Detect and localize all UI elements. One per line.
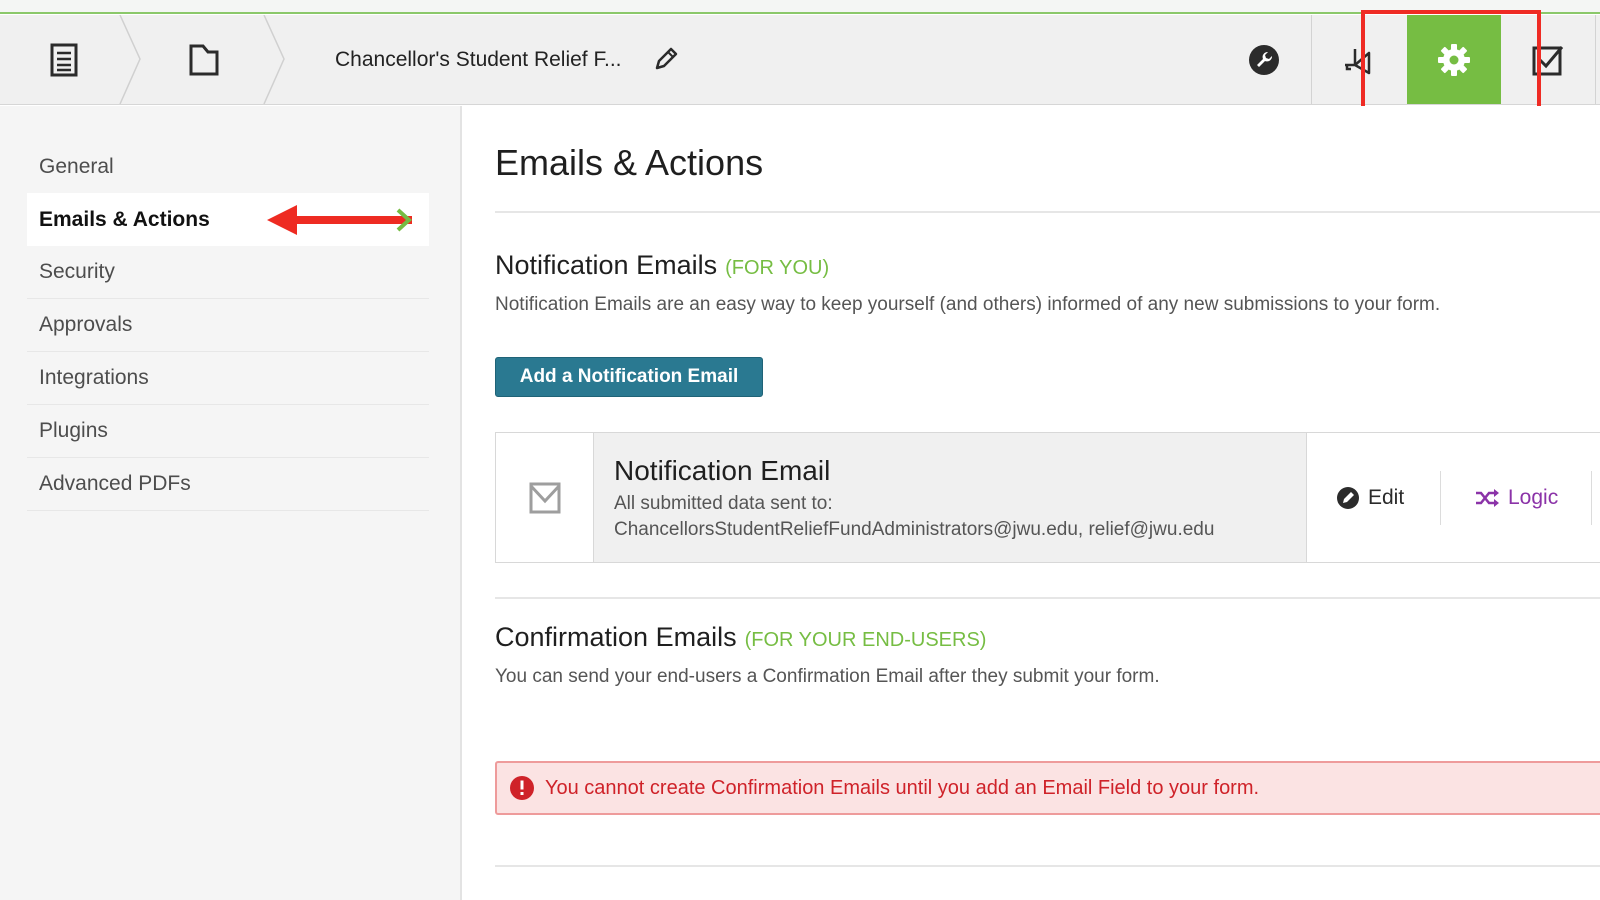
confirmation-section-title: Confirmation Emails (FOR YOUR END-USERS): [495, 622, 986, 653]
form-title: Chancellor's Student Relief F...: [335, 47, 622, 71]
shuffle-icon: [1476, 488, 1499, 507]
confirmation-description: You can send your end-users a Confirmati…: [495, 666, 1160, 687]
notification-email-name: Notification Email: [614, 455, 831, 486]
top-toolbar: Chancellor's Student Relief F...: [0, 15, 1600, 105]
confirmation-tag: (FOR YOUR END-USERS): [744, 629, 987, 651]
sidebar-item-integrations[interactable]: Integrations: [27, 352, 429, 405]
confirmation-alert: You cannot create Confirmation Emails un…: [495, 761, 1600, 815]
sidebar-item-plugins[interactable]: Plugins: [27, 405, 429, 458]
breadcrumb-separator: [263, 15, 285, 104]
breadcrumb-form[interactable]: [24, 15, 104, 104]
sidebar-item-label: Emails & Actions: [39, 207, 210, 231]
logic-button[interactable]: Logic: [1474, 433, 1558, 562]
alert-text: You cannot create Confirmation Emails un…: [545, 776, 1260, 799]
page-title: Emails & Actions: [495, 142, 764, 183]
alert-icon: [510, 776, 534, 800]
divider: [495, 211, 1600, 213]
edit-button[interactable]: Edit: [1336, 433, 1404, 562]
breadcrumb-folder[interactable]: [164, 15, 244, 104]
toolbar-divider: [1595, 15, 1596, 104]
sidebar-item-advanced-pdfs[interactable]: Advanced PDFs: [27, 458, 429, 511]
notification-email-subtitle: All submitted data sent to:: [614, 493, 833, 514]
settings-button[interactable]: [1407, 15, 1501, 104]
pencil-icon[interactable]: [652, 45, 680, 73]
notification-tag: (FOR YOU): [725, 257, 830, 279]
sidebar-item-emails-actions[interactable]: Emails & Actions: [27, 193, 429, 246]
envelope-icon: [529, 482, 560, 513]
divider: [495, 865, 1600, 867]
sidebar-item-approvals[interactable]: Approvals: [27, 299, 429, 352]
notification-email-recipients: ChancellorsStudentReliefFundAdministrato…: [614, 519, 1215, 540]
form-icon: [50, 43, 78, 76]
action-divider: [1591, 471, 1592, 525]
sidebar-item-label: Integrations: [39, 366, 149, 389]
checkbox-icon: [1532, 45, 1564, 75]
megaphone-icon: [1345, 48, 1371, 74]
logic-label: Logic: [1508, 485, 1559, 509]
email-icon-cell: [496, 433, 594, 562]
notification-section-title: Notification Emails (FOR YOU): [495, 250, 829, 281]
wrench-icon: [1249, 44, 1279, 75]
notification-title: Notification Emails: [495, 250, 718, 280]
top-strip: [0, 0, 1600, 14]
wrench-button[interactable]: [1217, 15, 1311, 104]
folder-icon: [189, 44, 219, 75]
sidebar-item-label: Approvals: [39, 313, 133, 336]
action-divider: [1440, 471, 1441, 525]
notification-description: Notification Emails are an easy way to k…: [495, 294, 1441, 315]
sidebar-item-label: Security: [39, 260, 115, 283]
megaphone-button[interactable]: [1312, 15, 1406, 104]
main-content: Emails & Actions Notification Emails (FOR…: [464, 106, 1600, 900]
sidebar-item-general[interactable]: General: [27, 140, 429, 193]
checkbox-button[interactable]: [1501, 15, 1595, 104]
settings-nav: General Emails & Actions Security Approv…: [27, 140, 429, 511]
sidebar-item-label: Advanced PDFs: [39, 472, 191, 495]
sidebar-item-label: General: [39, 154, 114, 178]
gear-icon: [1438, 43, 1470, 76]
edit-label: Edit: [1368, 485, 1405, 509]
divider: [495, 597, 1600, 599]
breadcrumb-separator: [119, 15, 141, 104]
chevron-right-icon: [396, 208, 412, 232]
add-notification-email-button[interactable]: Add a Notification Email: [495, 357, 763, 397]
confirmation-title: Confirmation Emails: [495, 622, 737, 652]
edit-icon: [1337, 486, 1359, 509]
settings-sidebar: General Emails & Actions Security Approv…: [0, 106, 462, 900]
sidebar-item-security[interactable]: Security: [27, 246, 429, 299]
notification-email-card: Notification Email All submitted data se…: [495, 432, 1600, 563]
notification-email-body: Notification Email All submitted data se…: [594, 433, 1307, 562]
sidebar-item-label: Plugins: [39, 419, 108, 442]
